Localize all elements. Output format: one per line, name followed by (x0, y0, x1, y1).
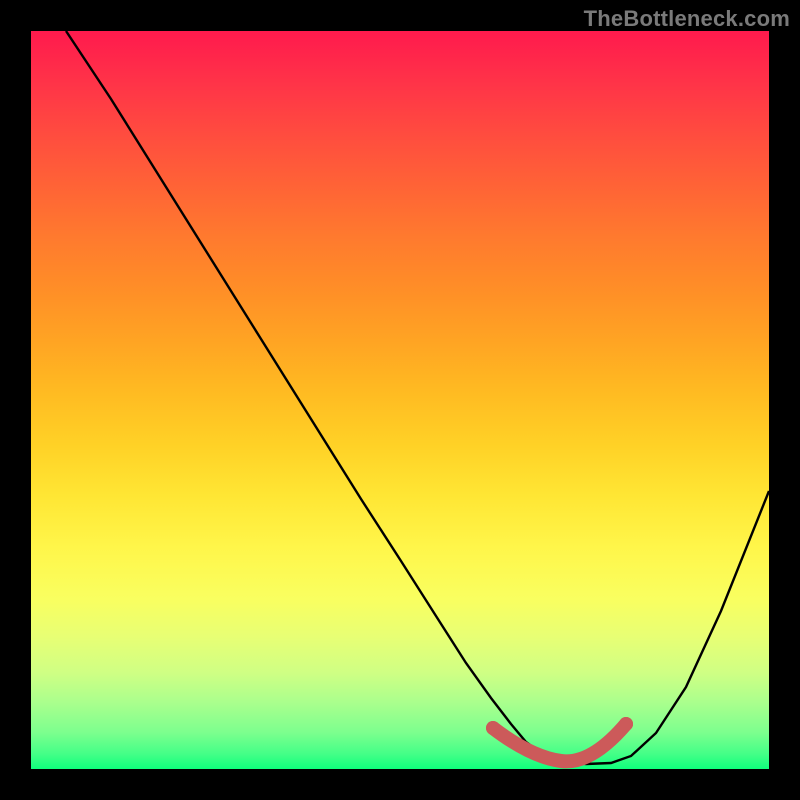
chart-frame: TheBottleneck.com (0, 0, 800, 800)
marker-start (486, 721, 500, 735)
watermark-text: TheBottleneck.com (584, 6, 790, 32)
plot-area (31, 31, 769, 769)
bottleneck-curve (66, 31, 769, 764)
highlight-band (493, 724, 626, 761)
marker-end (619, 717, 633, 731)
curve-layer (31, 31, 769, 769)
